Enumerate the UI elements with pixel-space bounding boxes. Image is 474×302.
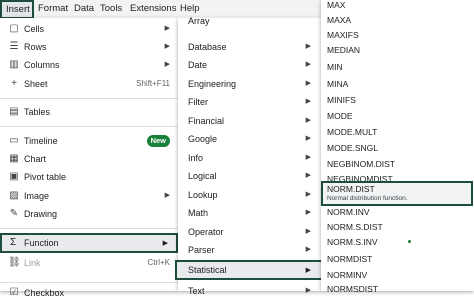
category-logical[interactable]: Logical ▶ [178,167,321,185]
insert-pivot-table[interactable]: ▣ Pivot table [0,168,178,186]
menu-divider [0,98,178,99]
menu-insert[interactable]: Insert [0,0,34,19]
new-badge: New [146,135,170,147]
statistical-function-list: MAX MAXA MAXIFS MEDIAN MIN MINA MINIFS M… [321,0,474,294]
function-item[interactable]: MIN [321,59,474,76]
chevron-right-icon: ▶ [305,135,311,142]
chevron-right-icon: ▶ [164,43,170,50]
chevron-right-icon: ▶ [164,25,170,32]
insert-function[interactable]: Σ Function ▶ [0,233,178,253]
category-array[interactable]: Array [178,12,321,30]
chevron-right-icon: ▶ [305,172,311,179]
rows-icon: ☰ [9,41,19,52]
function-item[interactable]: MODE [321,108,474,125]
function-category-menu: Array Database ▶ Date ▶ Engineering ▶ Fi… [178,16,321,296]
chart-icon: ▦ [9,153,19,164]
insert-drawing[interactable]: ✎ Drawing [0,205,178,223]
function-item[interactable]: MINA [321,76,474,93]
columns-icon: ▥ [9,59,19,70]
menu-divider [0,282,178,283]
chevron-right-icon: ▶ [305,267,311,274]
menu-divider [0,126,178,127]
menu-divider [0,228,178,229]
chevron-right-icon: ▶ [305,228,311,235]
chevron-right-icon: ▶ [164,61,170,68]
checkbox-icon: ☑ [9,287,19,298]
insert-link[interactable]: ⛓ Link Ctrl+K [0,254,178,272]
function-item[interactable]: MODE.SNGL [321,140,474,157]
chevron-right-icon: ▶ [305,191,311,198]
function-item[interactable]: NORM.S.INV [321,234,474,251]
pivot-table-icon: ▣ [9,171,19,182]
category-engineering[interactable]: Engineering ▶ [178,75,321,93]
category-operator[interactable]: Operator ▶ [178,223,321,241]
timeline-icon: ▭ [9,135,19,146]
image-icon: ▨ [9,190,19,201]
category-date[interactable]: Date ▶ [178,56,321,74]
chevron-right-icon: ▶ [305,61,311,68]
function-item[interactable]: NORMSDIST [321,281,474,298]
status-dot [408,240,411,243]
category-info[interactable]: Info ▶ [178,149,321,167]
function-item-norm-dist[interactable]: NORM.DIST Normal distribution function. [321,181,473,206]
drawing-icon: ✎ [9,208,19,219]
insert-chart[interactable]: ▦ Chart [0,150,178,168]
function-item[interactable]: MEDIAN [321,42,474,59]
insert-rows[interactable]: ☰ Rows ▶ [0,38,178,56]
function-item[interactable]: MINIFS [321,92,474,109]
category-financial[interactable]: Financial ▶ [178,112,321,130]
cells-icon: ▢ [9,23,19,34]
chevron-right-icon: ▶ [305,80,311,87]
link-icon: ⛓ [8,257,21,268]
tables-icon: ▤ [9,106,19,117]
menu-format[interactable]: Format [38,3,68,14]
chevron-right-icon: ▶ [305,209,311,216]
function-description: Normal distribution function. [327,195,408,202]
chevron-right-icon: ▶ [305,246,311,253]
chevron-right-icon: ▶ [305,117,311,124]
sigma-icon: Σ [10,237,17,248]
category-parser[interactable]: Parser ▶ [178,241,321,259]
insert-image[interactable]: ▨ Image ▶ [0,187,178,205]
category-database[interactable]: Database ▶ [178,38,321,56]
menu-data[interactable]: Data [74,3,94,14]
chevron-right-icon: ▶ [305,154,311,161]
menu-tools[interactable]: Tools [100,3,122,14]
category-filter[interactable]: Filter ▶ [178,93,321,111]
insert-cells[interactable]: ▢ Cells ▶ [0,20,178,38]
category-math[interactable]: Math ▶ [178,204,321,222]
insert-checkbox[interactable]: ☑ Checkbox [0,284,178,302]
chevron-right-icon: ▶ [305,98,311,105]
chevron-right-icon: ▶ [305,43,311,50]
chevron-right-icon: ▶ [164,192,170,199]
insert-tables[interactable]: ▤ Tables [0,103,178,121]
function-item[interactable]: NORMDIST [321,251,474,268]
category-statistical[interactable]: Statistical ▶ [175,260,323,280]
chevron-right-icon: ▶ [305,287,311,294]
chevron-right-icon: ▶ [162,240,168,247]
insert-timeline[interactable]: ▭ Timeline New [0,132,178,150]
category-lookup[interactable]: Lookup ▶ [178,186,321,204]
menu-extensions[interactable]: Extensions [130,3,176,14]
insert-sheet[interactable]: + Sheet Shift+F11 [0,75,178,93]
category-text[interactable]: Text ▶ [178,282,321,300]
function-item[interactable]: MODE.MULT [321,124,474,141]
category-google[interactable]: Google ▶ [178,130,321,148]
insert-columns[interactable]: ▥ Columns ▶ [0,56,178,74]
sheet-icon: + [11,78,17,89]
